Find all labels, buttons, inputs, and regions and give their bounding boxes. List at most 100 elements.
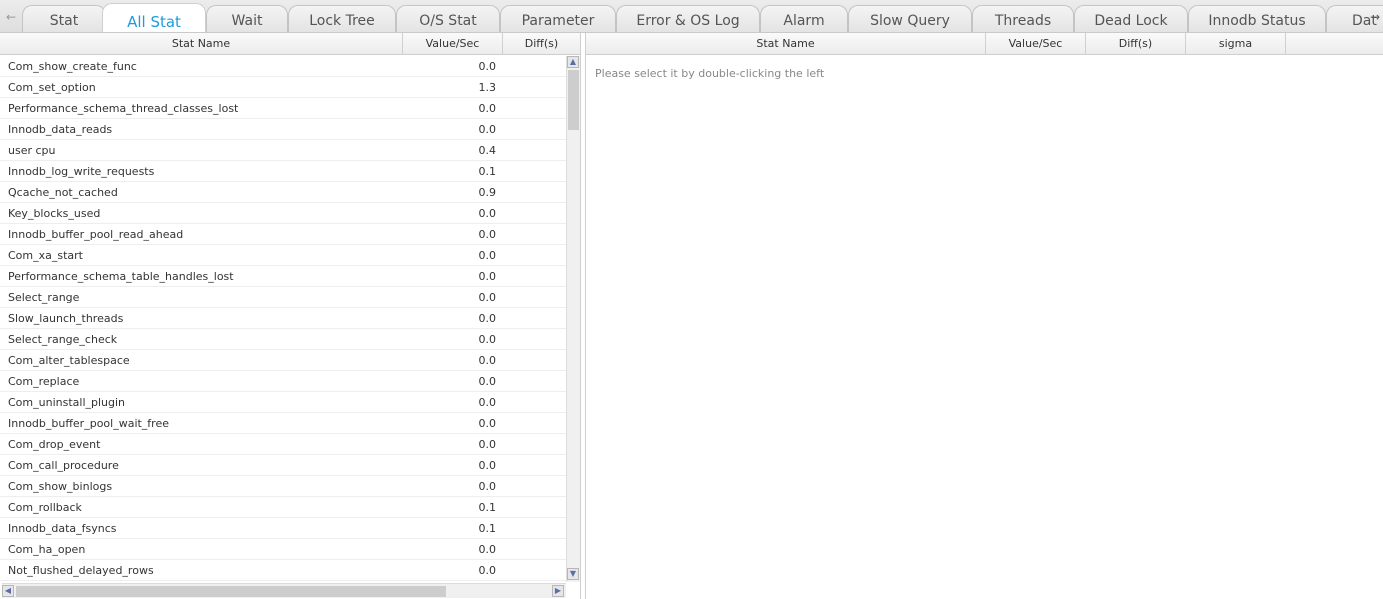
tab-innodb-status[interactable]: Innodb Status (1188, 5, 1326, 32)
table-row[interactable]: Com_set_option 1.3 (0, 77, 566, 98)
table-row[interactable]: Com_show_create_func 0.0 (0, 56, 566, 77)
tab-label: Wait (231, 13, 263, 29)
tab-label: Lock Tree (309, 13, 375, 29)
tab-dead-lock[interactable]: Dead Lock (1074, 5, 1188, 32)
stat-name-cell: Com_replace (8, 375, 80, 388)
table-row[interactable]: Com_drop_event 0.0 (0, 434, 566, 455)
tab-label: Slow Query (870, 13, 950, 29)
value-sec-cell: 0.1 (478, 501, 497, 514)
tab-threads[interactable]: Threads (972, 5, 1074, 32)
stat-name-cell: Innodb_log_write_requests (8, 165, 155, 178)
scroll-right-icon[interactable]: ▶ (552, 585, 564, 597)
scroll-left-icon[interactable]: ◀ (2, 585, 14, 597)
table-row[interactable]: Select_range 0.0 (0, 287, 566, 308)
stat-name-cell: Com_uninstall_plugin (8, 396, 126, 409)
value-sec-cell: 0.0 (478, 375, 497, 388)
empty-selection-message: Please select it by double-clicking the … (595, 67, 825, 80)
stat-name-cell: Com_rollback (8, 501, 82, 514)
value-sec-cell: 0.0 (478, 543, 497, 556)
table-row[interactable]: Not_flushed_delayed_rows 0.0 (0, 560, 566, 581)
tab-parameter[interactable]: Parameter (500, 5, 616, 32)
stat-grid-panel: Stat Name Value/Sec Diff(s) Com_show_cre… (0, 33, 581, 599)
scroll-down-icon[interactable]: ▼ (567, 568, 579, 580)
stat-name-cell: Com_xa_start (8, 249, 83, 262)
vertical-scroll-thumb[interactable] (568, 70, 579, 130)
column-header-value-sec[interactable]: Value/Sec (403, 33, 503, 55)
detail-grid-header: Stat Name Value/Sec Diff(s) sigma (586, 33, 1383, 55)
stat-name-cell: Select_range_check (8, 333, 118, 346)
tab-all-stat[interactable]: All Stat (102, 3, 206, 32)
tab-label: Parameter (521, 13, 595, 29)
value-sec-cell: 1.3 (478, 81, 497, 94)
value-sec-cell: 0.0 (478, 270, 497, 283)
tab-label: Threads (994, 13, 1052, 29)
table-row[interactable]: Com_uninstall_plugin 0.0 (0, 392, 566, 413)
column-header-diff[interactable]: Diff(s) (503, 33, 580, 55)
scroll-up-icon[interactable]: ▲ (567, 56, 579, 68)
table-row[interactable]: Com_call_procedure 0.0 (0, 455, 566, 476)
stat-name-cell: Qcache_not_cached (8, 186, 118, 199)
table-row[interactable]: Slow_launch_threads 0.0 (0, 308, 566, 329)
stat-name-cell: Com_drop_event (8, 438, 101, 451)
value-sec-cell: 0.9 (478, 186, 497, 199)
table-row[interactable]: Innodb_data_reads 0.0 (0, 119, 566, 140)
value-sec-cell: 0.0 (478, 354, 497, 367)
vertical-scrollbar[interactable]: ▲ ▼ (566, 56, 580, 582)
horizontal-scrollbar[interactable]: ◀ ▶ (2, 583, 566, 598)
table-row[interactable]: Innodb_buffer_pool_read_ahead 0.0 (0, 224, 566, 245)
column-header-value-sec[interactable]: Value/Sec (986, 33, 1086, 55)
table-row[interactable]: Com_show_binlogs 0.0 (0, 476, 566, 497)
table-row[interactable]: Innodb_data_fsyncs 0.1 (0, 518, 566, 539)
stat-name-cell: Innodb_buffer_pool_wait_free (8, 417, 169, 430)
stat-name-cell: user cpu (8, 144, 56, 157)
tab-lock-tree[interactable]: Lock Tree (288, 5, 396, 32)
value-sec-cell: 0.0 (478, 102, 497, 115)
table-row[interactable]: Select_range_check 0.0 (0, 329, 566, 350)
value-sec-cell: 0.1 (478, 522, 497, 535)
table-row[interactable]: Com_ha_open 0.0 (0, 539, 566, 560)
value-sec-cell: 0.0 (478, 480, 497, 493)
table-row[interactable]: Com_replace 0.0 (0, 371, 566, 392)
horizontal-scroll-thumb[interactable] (16, 586, 446, 597)
tab-label: All Stat (127, 13, 181, 31)
value-sec-cell: 0.0 (478, 291, 497, 304)
tab-os-stat[interactable]: O/S Stat (396, 5, 500, 32)
column-header-stat-name[interactable]: Stat Name (586, 33, 986, 55)
table-row[interactable]: Key_blocks_used 0.0 (0, 203, 566, 224)
stat-name-cell: Key_blocks_used (8, 207, 101, 220)
tab-error-os-log[interactable]: Error & OS Log (616, 5, 760, 32)
stat-name-cell: Select_range (8, 291, 80, 304)
value-sec-cell: 0.0 (478, 417, 497, 430)
stat-name-cell: Com_call_procedure (8, 459, 119, 472)
table-row[interactable]: Qcache_not_cached 0.9 (0, 182, 566, 203)
table-row[interactable]: Com_alter_tablespace 0.0 (0, 350, 566, 371)
tab-slow-query[interactable]: Slow Query (848, 5, 972, 32)
value-sec-cell: 0.0 (478, 564, 497, 577)
column-header-diff[interactable]: Diff(s) (1086, 33, 1186, 55)
arrow-left-icon[interactable]: ← (6, 10, 16, 24)
table-row[interactable]: Performance_schema_thread_classes_lost 0.… (0, 98, 566, 119)
table-row[interactable]: user cpu 0.4 (0, 140, 566, 161)
stat-name-cell: Performance_schema_table_handles_lost (8, 270, 234, 283)
column-header-stat-name[interactable]: Stat Name (0, 33, 403, 55)
stat-name-cell: Com_ha_open (8, 543, 86, 556)
table-row[interactable]: Performance_schema_table_handles_lost 0.0 (0, 266, 566, 287)
column-header-sigma[interactable]: sigma (1186, 33, 1286, 55)
tab-stat[interactable]: Stat (22, 5, 106, 32)
tab-label: Alarm (783, 13, 825, 29)
tab-alarm[interactable]: Alarm (760, 5, 848, 32)
tab-label: O/S Stat (419, 13, 477, 29)
stat-name-cell: Not_flushed_delayed_rows (8, 564, 154, 577)
table-row[interactable]: Innodb_buffer_pool_wait_free 0.0 (0, 413, 566, 434)
tab-wait[interactable]: Wait (206, 5, 288, 32)
table-row[interactable]: Com_xa_start 0.0 (0, 245, 566, 266)
stat-name-cell: Com_set_option (8, 81, 96, 94)
tab-label: Dead Lock (1094, 13, 1168, 29)
value-sec-cell: 0.0 (478, 333, 497, 346)
arrow-right-icon[interactable]: → (1370, 10, 1380, 24)
stat-grid-header: Stat Name Value/Sec Diff(s) (0, 33, 580, 55)
table-row[interactable]: Innodb_log_write_requests 0.1 (0, 161, 566, 182)
stat-name-cell: Innodb_data_fsyncs (8, 522, 117, 535)
tab-label: Error & OS Log (636, 13, 740, 29)
table-row[interactable]: Com_rollback 0.1 (0, 497, 566, 518)
